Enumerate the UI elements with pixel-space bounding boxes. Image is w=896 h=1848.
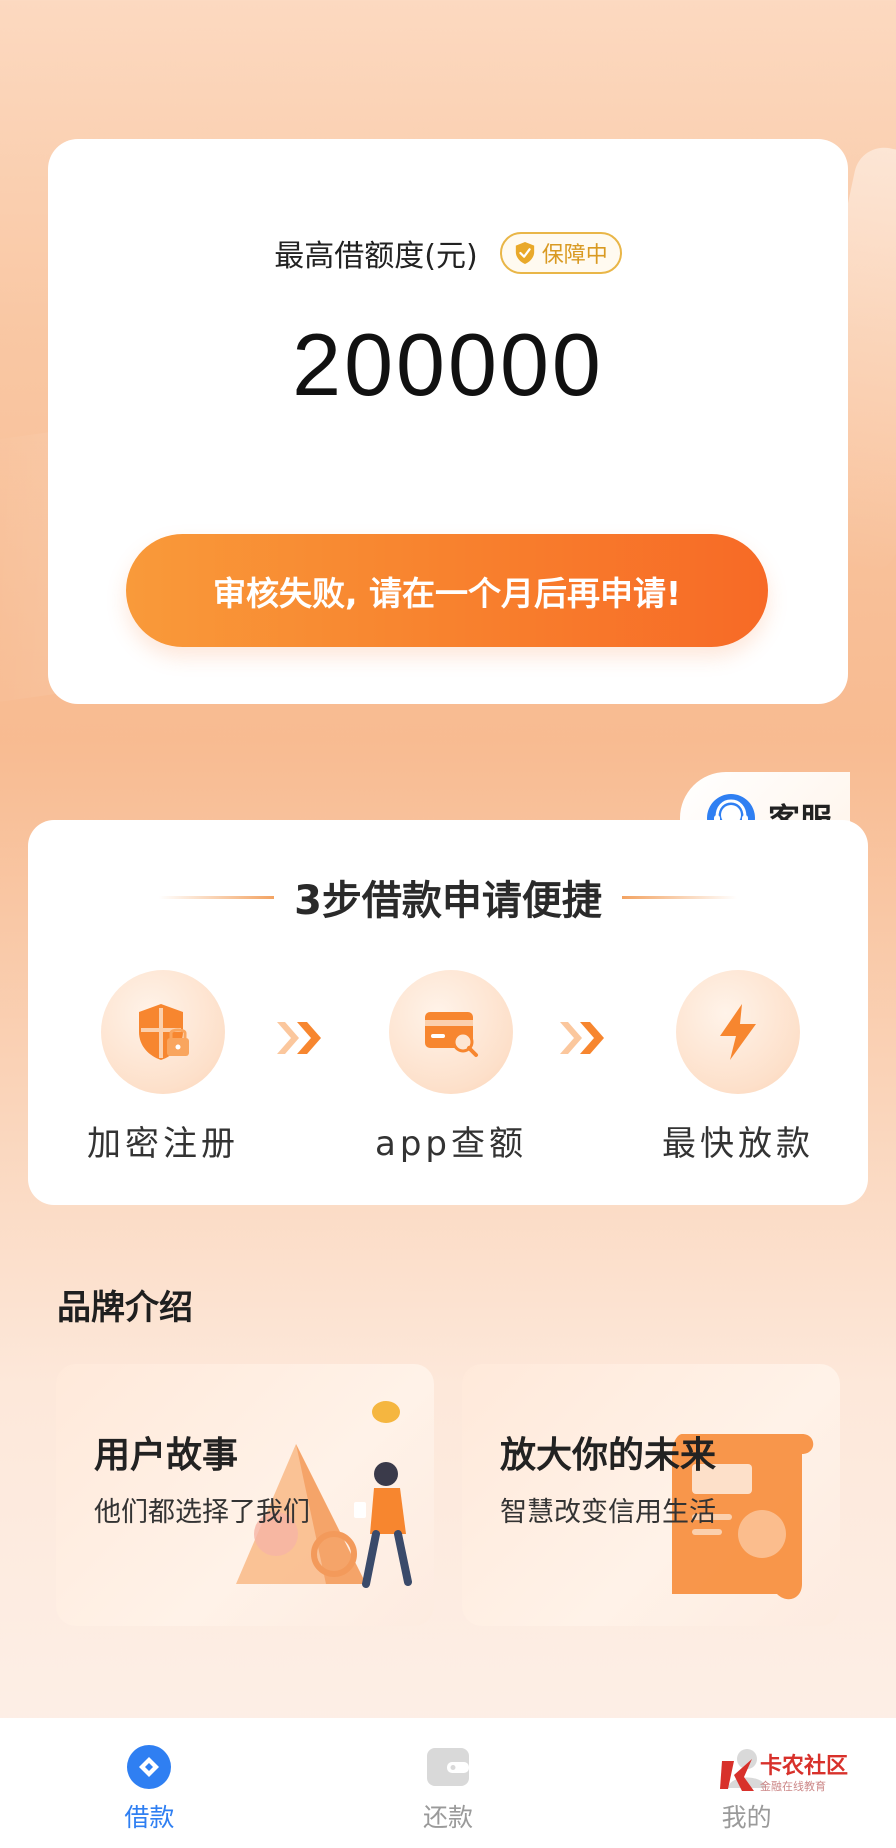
step-app-check-quota[interactable]: app查额 bbox=[361, 970, 541, 1165]
step-fast-loan[interactable]: 最快放款 bbox=[648, 970, 828, 1165]
nav-item-repay[interactable]: 还款 bbox=[299, 1718, 598, 1848]
quota-amount: 200000 bbox=[292, 315, 604, 414]
steps-title-row: 3步借款申请便捷 bbox=[28, 868, 868, 926]
steps-card: 3步借款申请便捷 加密注册 app查额 最快放款 bbox=[28, 820, 868, 1205]
chevron-double-right-icon bbox=[560, 1022, 604, 1054]
step-encrypted-register[interactable]: 加密注册 bbox=[73, 970, 253, 1165]
step-icon-circle bbox=[101, 970, 225, 1094]
watermark-text: 卡农社区 bbox=[760, 1754, 849, 1779]
apply-status-button[interactable]: 审核失败, 请在一个月后再申请! bbox=[126, 534, 768, 647]
guarantee-badge: 保障中 bbox=[499, 232, 622, 274]
step-label: 最快放款 bbox=[662, 1124, 814, 1164]
title-divider-right bbox=[621, 895, 737, 899]
brand-card-subtitle: 智慧改变信用生活 bbox=[500, 1497, 716, 1528]
shield-check-icon bbox=[515, 242, 534, 264]
brand-card-title: 用户故事 bbox=[94, 1435, 239, 1476]
step-icon-circle bbox=[676, 970, 800, 1094]
steps-title: 3步借款申请便捷 bbox=[294, 878, 602, 924]
watermark-logo: 卡农社区 金融在线教育 bbox=[718, 1755, 848, 1795]
guarantee-badge-label: 保障中 bbox=[541, 243, 608, 268]
title-divider-left bbox=[159, 895, 275, 899]
step-label: app查额 bbox=[375, 1124, 527, 1164]
quota-card: 最高借额度(元) 保障中 200000 审核失败, 请在一个月后再申请! bbox=[48, 139, 848, 704]
shield-lock-icon bbox=[139, 1004, 189, 1060]
borrow-diamond-icon bbox=[127, 1745, 172, 1789]
step-icon-circle bbox=[389, 970, 513, 1094]
nav-label: 还款 bbox=[423, 1803, 474, 1832]
brand-card-title: 放大你的未来 bbox=[500, 1435, 717, 1476]
nav-item-borrow[interactable]: 借款 bbox=[0, 1718, 299, 1848]
chevron-double-right-icon bbox=[277, 1022, 321, 1054]
quota-title: 最高借额度(元) bbox=[274, 239, 478, 274]
quota-title-row: 最高借额度(元) 保障中 bbox=[48, 231, 848, 275]
kanong-logo-icon bbox=[720, 1759, 754, 1791]
brand-card-enlarge-future[interactable]: 放大你的未来 智慧改变信用生活 bbox=[462, 1364, 840, 1626]
step-label: 加密注册 bbox=[87, 1124, 239, 1164]
nav-label: 借款 bbox=[124, 1803, 175, 1832]
lightning-icon bbox=[720, 1004, 756, 1060]
card-search-icon bbox=[425, 1012, 478, 1057]
watermark-subtext: 金融在线教育 bbox=[760, 1780, 826, 1793]
brand-card-user-stories[interactable]: 用户故事 他们都选择了我们 bbox=[56, 1364, 434, 1626]
nav-label: 我的 bbox=[721, 1803, 772, 1832]
brand-card-subtitle: 他们都选择了我们 bbox=[94, 1497, 310, 1528]
brand-section-title: 品牌介绍 bbox=[57, 1288, 193, 1328]
wallet-icon bbox=[427, 1748, 469, 1786]
